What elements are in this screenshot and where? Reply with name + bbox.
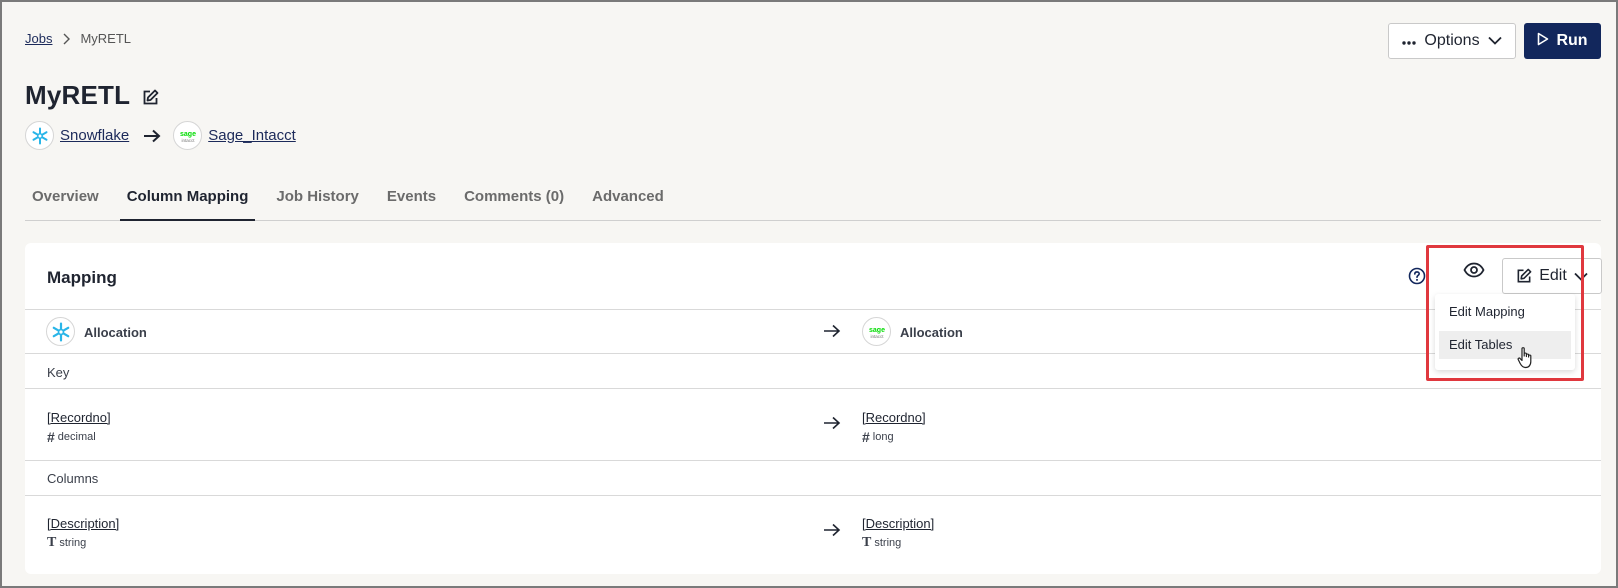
edit-dropdown-button[interactable]: Edit — [1502, 258, 1602, 294]
edit-dropdown-menu: Edit Mapping Edit Tables — [1435, 294, 1575, 370]
divider — [25, 309, 1601, 310]
run-button[interactable]: Run — [1524, 23, 1601, 59]
mapping-title: Mapping — [47, 268, 117, 287]
source-connector-link[interactable]: Snowflake — [60, 127, 129, 144]
hash-icon: # — [862, 429, 870, 445]
mapping-card: Mapping Edit Allocation sage intacct All… — [25, 243, 1602, 574]
more-dots-icon — [1402, 32, 1417, 50]
source-column-type: T string — [47, 535, 86, 551]
destination-table-name: Allocation — [900, 325, 963, 340]
destination-column-name[interactable]: [Description] — [862, 516, 934, 531]
text-type-icon: T — [862, 535, 872, 550]
source-table-name: Allocation — [84, 325, 147, 340]
tab-overview[interactable]: Overview — [25, 182, 106, 221]
destination-column-type-label: string — [874, 537, 902, 549]
svg-text:sage: sage — [180, 131, 196, 138]
breadcrumb-jobs-link[interactable]: Jobs — [25, 31, 52, 46]
source-column-type: # decimal — [47, 429, 96, 445]
help-icon[interactable] — [1408, 267, 1426, 285]
destination-column-name[interactable]: [Recordno] — [862, 410, 926, 425]
destination-column-type: # long — [862, 429, 894, 445]
divider — [25, 495, 1601, 496]
columns-section-label: Columns — [47, 471, 99, 486]
menu-item-edit-tables[interactable]: Edit Tables — [1439, 331, 1571, 359]
destination-column-type-label: long — [872, 431, 894, 443]
svg-text:intacct: intacct — [870, 334, 884, 339]
tab-column-mapping[interactable]: Column Mapping — [119, 182, 256, 221]
destination-column-type: T string — [862, 535, 901, 551]
chevron-right-icon — [62, 33, 71, 45]
source-column-type-label: decimal — [57, 431, 96, 443]
menu-item-edit-mapping[interactable]: Edit Mapping — [1439, 298, 1571, 326]
source-column-name[interactable]: [Description] — [47, 516, 119, 531]
hash-icon: # — [47, 429, 55, 445]
snowflake-logo-icon — [25, 121, 54, 150]
destination-connector-link[interactable]: Sage_Intacct — [208, 127, 296, 144]
page-title: MyRETL — [25, 80, 131, 110]
key-section-label: Key — [47, 365, 70, 380]
chevron-down-icon — [1487, 32, 1502, 50]
tab-advanced[interactable]: Advanced — [585, 182, 671, 221]
eye-icon[interactable] — [1463, 262, 1489, 284]
edit-icon — [1516, 268, 1532, 284]
tab-bar: Overview Column Mapping Job History Even… — [25, 182, 1601, 221]
options-button[interactable]: Options — [1388, 23, 1516, 59]
tab-job-history[interactable]: Job History — [269, 182, 366, 221]
divider — [25, 460, 1601, 461]
svg-text:intacct: intacct — [181, 138, 195, 143]
divider — [25, 353, 1601, 354]
divider — [25, 388, 1601, 389]
run-label: Run — [1556, 32, 1588, 49]
text-type-icon: T — [47, 535, 57, 550]
title-row: MyRETL — [25, 80, 159, 111]
connector-row: Snowflake sage intacct Sage_Intacct — [25, 121, 296, 150]
tab-comments[interactable]: Comments (0) — [457, 182, 571, 221]
play-icon — [1537, 32, 1549, 51]
arrow-right-icon — [824, 324, 841, 338]
edit-title-icon[interactable] — [142, 89, 159, 106]
breadcrumb-current: MyRETL — [80, 31, 132, 46]
hand-cursor-icon — [1517, 347, 1532, 369]
sage-intacct-logo-icon: sage intacct — [862, 317, 891, 346]
source-column-name[interactable]: [Recordno] — [47, 410, 111, 425]
source-column-type-label: string — [59, 537, 87, 549]
breadcrumb: Jobs MyRETL — [25, 31, 131, 46]
options-label: Options — [1424, 32, 1480, 49]
svg-text:sage: sage — [869, 327, 885, 334]
arrow-right-icon — [143, 129, 161, 143]
chevron-down-icon — [1574, 272, 1588, 281]
arrow-right-icon — [824, 416, 841, 430]
edit-label: Edit — [1539, 267, 1567, 284]
arrow-right-icon — [824, 523, 841, 537]
snowflake-logo-icon — [46, 317, 75, 346]
sage-intacct-logo-icon: sage intacct — [173, 121, 203, 150]
tab-events[interactable]: Events — [380, 182, 443, 221]
